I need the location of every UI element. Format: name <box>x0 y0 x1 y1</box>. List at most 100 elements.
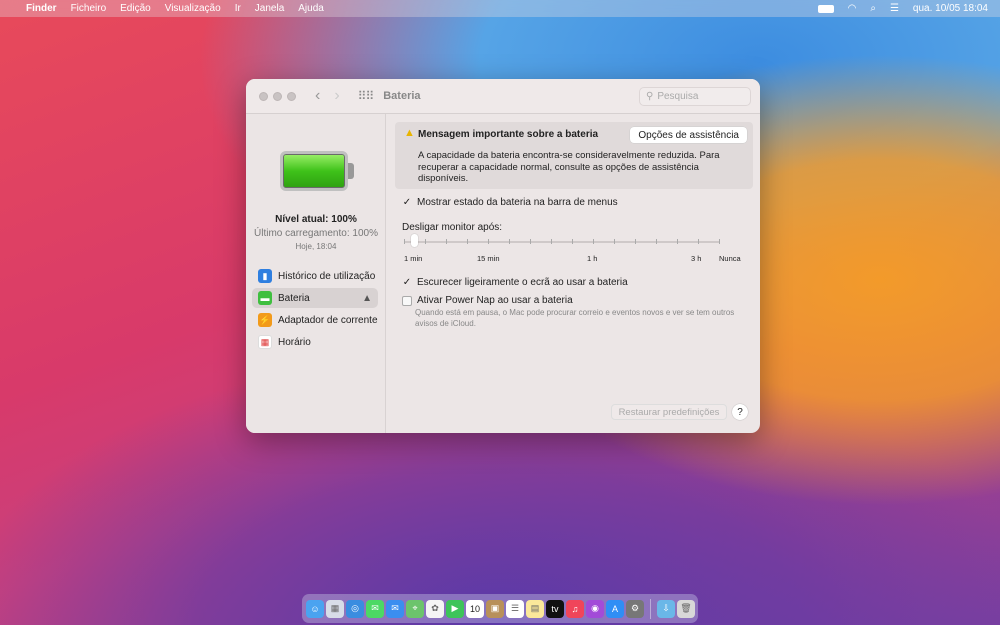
dock-calendario-icon[interactable]: 10 <box>466 599 484 618</box>
forward-icon[interactable]: › <box>334 87 339 105</box>
menu-finder[interactable]: Finder <box>26 3 57 14</box>
control-center-icon[interactable]: ☰ <box>890 3 899 14</box>
search-input[interactable]: ⚲ Pesquisa <box>639 87 751 106</box>
slider-tick <box>593 239 594 244</box>
slider-tick <box>530 239 531 244</box>
warning-icon: ▲ <box>362 292 372 304</box>
slider-tick <box>656 239 657 244</box>
warning-icon: ▲ <box>404 127 415 139</box>
last-charge-date: Hoje, 18:04 <box>295 242 337 251</box>
battery-preferences-window: ‹ › ⠿⠿ Bateria ⚲ Pesquisa Nível atual: 10… <box>246 79 760 433</box>
dock-safari-icon[interactable]: ◎ <box>346 599 364 618</box>
restore-defaults-button[interactable]: Restaurar predefinições <box>611 404 727 420</box>
power-nap-checkbox[interactable]: Ativar Power Nap ao usar a bateria <box>402 295 573 306</box>
sidebar-item-label: Histórico de utilização <box>278 270 376 282</box>
checkmark-icon: ✓ <box>402 196 412 208</box>
dock-launchpad-icon[interactable]: ▦ <box>326 599 344 618</box>
sidebar-item-usage-history[interactable]: ▮ Histórico de utilização <box>252 266 378 286</box>
slider-label: Nunca <box>719 254 741 263</box>
menu-edicao[interactable]: Edição <box>120 3 151 14</box>
dock-finder-icon[interactable]: ☺ <box>306 599 324 618</box>
dock-separator <box>650 598 651 619</box>
display-off-slider[interactable] <box>404 241 720 243</box>
slider-tick <box>467 239 468 244</box>
checkmark-icon: ✓ <box>402 276 412 288</box>
sidebar-item-label: Adaptador de corrente <box>278 314 378 326</box>
sidebar-item-battery[interactable]: ▬ Bateria ▲ <box>252 288 378 308</box>
slider-tick <box>719 239 720 244</box>
slider-tick <box>446 239 447 244</box>
dock-lembretes-icon[interactable]: ☰ <box>506 599 524 618</box>
wifi-icon[interactable]: ◠ <box>848 3 857 14</box>
battery-status-icon[interactable] <box>817 4 834 13</box>
dock-podcasts-icon[interactable]: ◉ <box>586 599 604 618</box>
calendar-icon: ▦ <box>258 335 272 349</box>
slider-tick <box>488 239 489 244</box>
current-level: Nível atual: 100% <box>275 214 357 225</box>
slider-label: 15 min <box>477 254 500 263</box>
battery-icon: ▬ <box>258 291 272 305</box>
spotlight-icon[interactable]: ⌕ <box>870 3 876 14</box>
sidebar-item-label: Bateria <box>278 292 310 304</box>
sidebar-item-label: Horário <box>278 336 311 348</box>
power-nap-note: Quando está em pausa, o Mac pode procura… <box>415 308 735 328</box>
sidebar-item-power-adapter[interactable]: ⚡ Adaptador de corrente <box>252 310 378 330</box>
alert-title: Mensagem importante sobre a bateria <box>418 129 599 140</box>
slider-tick <box>677 239 678 244</box>
dock-facetime-icon[interactable]: ▶ <box>446 599 464 618</box>
show-all-grid-icon[interactable]: ⠿⠿ <box>358 89 375 103</box>
menu-janela[interactable]: Janela <box>255 3 284 14</box>
search-placeholder: Pesquisa <box>657 91 699 102</box>
minimize-button[interactable] <box>273 91 282 101</box>
menu-bar: Finder Ficheiro Edição Visualização Ir J… <box>0 0 1000 17</box>
menu-ir[interactable]: Ir <box>235 3 241 14</box>
clock[interactable]: qua. 10/05 18:04 <box>913 3 988 14</box>
battery-alert: ▲ Mensagem importante sobre a bateria Op… <box>395 122 753 189</box>
slider-tick <box>509 239 510 244</box>
alert-body: A capacidade da bateria encontra-se cons… <box>418 150 720 184</box>
title-bar: ‹ › ⠿⠿ Bateria ⚲ Pesquisa <box>246 79 760 114</box>
back-icon[interactable]: ‹ <box>315 87 320 105</box>
dock-mapas-icon[interactable]: ⌖ <box>406 599 424 618</box>
show-status-checkbox[interactable]: ✓ Mostrar estado da bateria na barra de m… <box>402 197 618 208</box>
dock-contactos-icon[interactable]: ▣ <box>486 599 504 618</box>
slider-tick <box>404 239 405 244</box>
dock-mensagens-icon[interactable]: ✉ <box>366 599 384 618</box>
menu-ficheiro[interactable]: Ficheiro <box>71 3 107 14</box>
chart-icon: ▮ <box>258 269 272 283</box>
sidebar-item-schedule[interactable]: ▦ Horário <box>252 332 378 352</box>
slider-tick <box>614 239 615 244</box>
menu-ajuda[interactable]: Ajuda <box>298 3 324 14</box>
close-button[interactable] <box>259 91 268 101</box>
slider-label: 1 h <box>587 254 598 263</box>
slider-tick <box>698 239 699 244</box>
search-icon: ⚲ <box>646 91 654 102</box>
slider-thumb[interactable] <box>411 234 418 247</box>
dock-musica-icon[interactable]: ♫ <box>566 599 584 618</box>
dim-display-checkbox[interactable]: ✓ Escurecer ligeiramente o ecrã ao usar a… <box>402 277 628 288</box>
checkbox-label: Ativar Power Nap ao usar a bateria <box>417 295 573 306</box>
slider-tick <box>572 239 573 244</box>
last-charge: Último carregamento: 100% <box>254 228 378 239</box>
display-off-label: Desligar monitor após: <box>402 222 503 233</box>
dock-notas-icon[interactable]: ▤ <box>526 599 544 618</box>
battery-level-icon <box>280 151 348 191</box>
dock-lixo-icon[interactable]: 🗑 <box>677 599 695 618</box>
dock-fotografias-icon[interactable]: ✿ <box>426 599 444 618</box>
dock-app-store-icon[interactable]: A <box>606 599 624 618</box>
dock-transferencias-icon[interactable]: ⇩ <box>657 599 675 618</box>
slider-tick <box>551 239 552 244</box>
battery-tip <box>348 163 354 179</box>
slider-tick <box>425 239 426 244</box>
slider-label: 1 min <box>404 254 423 263</box>
dock-mail-icon[interactable]: ✉ <box>386 599 404 618</box>
help-button[interactable]: ? <box>732 404 748 420</box>
main-panel: ▲ Mensagem importante sobre a bateria Op… <box>387 114 760 433</box>
dock-tv-icon[interactable]: tv <box>546 599 564 618</box>
menu-visualizacao[interactable]: Visualização <box>165 3 221 14</box>
zoom-button[interactable] <box>287 91 296 101</box>
service-options-button[interactable]: Opções de assistência <box>630 127 747 143</box>
dock: ☺ ▦ ◎ ✉ ✉ ⌖ ✿ ▶ 10 ▣ ☰ ▤ tv ♫ ◉ A ⚙ ⇩ 🗑 <box>302 594 698 623</box>
dock-preferencias-do-sistema-icon[interactable]: ⚙ <box>626 599 644 618</box>
slider-label: 3 h <box>691 254 702 263</box>
